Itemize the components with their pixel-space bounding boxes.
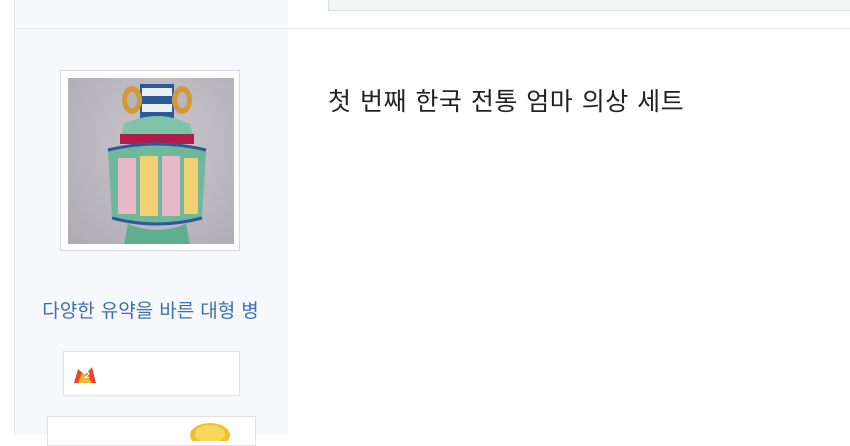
avatar[interactable] [60, 70, 240, 251]
badge-box: 2 [63, 351, 240, 396]
page-margin [0, 0, 14, 435]
level-box [47, 416, 256, 446]
vase-avatar-image [68, 78, 234, 244]
level-icon [190, 423, 230, 441]
post-title: 첫 번째 한국 전통 엄마 의상 세트 [328, 87, 685, 116]
vase-illustration [107, 84, 207, 244]
rank-badge-icon: 2 [74, 367, 96, 383]
author-name-link[interactable]: 다양한 유약을 바른 대형 병 [14, 296, 287, 323]
post-divider [14, 28, 850, 29]
previous-post-box [328, 0, 850, 11]
svg-text:2: 2 [84, 371, 90, 381]
